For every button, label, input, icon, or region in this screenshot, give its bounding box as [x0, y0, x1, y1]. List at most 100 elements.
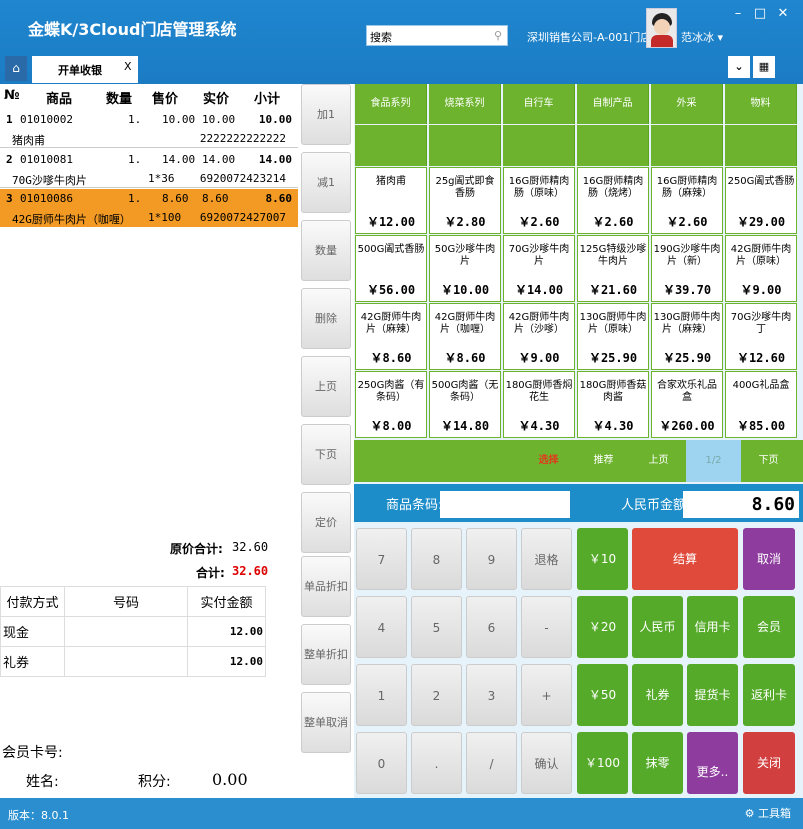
order-discount-button[interactable]: 整单折扣 — [301, 624, 351, 685]
grid-icon[interactable]: ▦ — [753, 56, 775, 78]
category-tab[interactable]: 烧菜系列 — [429, 84, 501, 124]
product-tile[interactable]: 125G特级沙嗲牛肉片 ￥21.60 — [577, 235, 649, 302]
cash-20-button[interactable]: ￥20 — [577, 596, 628, 658]
select-button[interactable]: 选择 — [521, 440, 576, 482]
product-tile[interactable]: 16G厨师精肉肠（麻辣） ￥2.60 — [651, 167, 723, 234]
category-tab[interactable]: 外采 — [651, 84, 723, 124]
product-tile[interactable]: 16G厨师精肉肠（烧烤） ￥2.60 — [577, 167, 649, 234]
product-tile[interactable]: 250G阖式香肠 ￥29.00 — [725, 167, 797, 234]
minus-key[interactable]: - — [521, 596, 572, 658]
key-6[interactable]: 6 — [466, 596, 517, 658]
product-tile[interactable]: 130G厨师牛肉片（原味） ￥25.90 — [577, 303, 649, 370]
barcode-bar: 商品条码: 人民币金额 8.60 — [354, 484, 803, 522]
product-price: ￥29.00 — [736, 215, 786, 229]
settle-button[interactable]: 结算 — [632, 528, 738, 590]
toolbox-button[interactable]: ⚙ 工具箱 — [745, 805, 791, 821]
product-tile[interactable]: 500G肉酱（无条码） ￥14.80 — [429, 371, 501, 438]
product-tile[interactable]: 25g阖式即食香肠 ￥2.80 — [429, 167, 501, 234]
credit-card-button[interactable]: 信用卡 — [687, 596, 738, 658]
product-tile[interactable]: 42G厨师牛肉片（咖喱） ￥8.60 — [429, 303, 501, 370]
search-input[interactable]: 搜索 ⚲ — [366, 25, 508, 46]
category-tab[interactable]: 食品系列 — [355, 84, 427, 124]
product-tile[interactable]: 42G厨师牛肉片（沙嗲） ￥9.00 — [503, 303, 575, 370]
set-price-button[interactable]: 定价 — [301, 492, 351, 553]
member-button[interactable]: 会员 — [743, 596, 795, 658]
avatar[interactable] — [646, 8, 677, 48]
product-tile[interactable]: 合家欢乐礼品盒 ￥260.00 — [651, 371, 723, 438]
cash-10-button[interactable]: ￥10 — [577, 528, 628, 590]
cart-row[interactable]: 1 01010002 1. 10.00 10.00 10.00 猪肉甫 2222… — [0, 110, 298, 148]
cash-100-button[interactable]: ￥100 — [577, 732, 628, 794]
minimize-icon[interactable]: – — [730, 6, 746, 21]
confirm-key[interactable]: 确认 — [521, 732, 572, 794]
next-page-button[interactable]: 下页 — [301, 424, 351, 485]
product-name: 250G肉酱（有条码） — [357, 380, 425, 403]
key-4[interactable]: 4 — [356, 596, 407, 658]
product-tile[interactable]: 42G厨师牛肉片（麻辣） ￥8.60 — [355, 303, 427, 370]
product-tile[interactable]: 180G厨师香菇肉酱 ￥4.30 — [577, 371, 649, 438]
prev-page-button[interactable]: 上页 — [301, 356, 351, 417]
rmb-button[interactable]: 人民币 — [632, 596, 683, 658]
rebate-card-button[interactable]: 返利卡 — [743, 664, 795, 726]
cart-row-selected[interactable]: 3 01010086 1. 8.60 8.60 8.60 42G厨师牛肉片（咖喱… — [0, 189, 298, 227]
product-tile[interactable]: 70G沙嗲牛肉片 ￥14.00 — [503, 235, 575, 302]
search-icon[interactable]: ⚲ — [494, 29, 502, 42]
barcode-input[interactable] — [440, 491, 570, 518]
key-9[interactable]: 9 — [466, 528, 517, 590]
product-prev-button[interactable]: 上页 — [631, 440, 686, 482]
key-5[interactable]: 5 — [411, 596, 462, 658]
cart-row[interactable]: 2 01010081 1. 14.00 14.00 14.00 70G沙嗲牛肉片… — [0, 150, 298, 188]
product-tile[interactable]: 50G沙嗲牛肉片 ￥10.00 — [429, 235, 501, 302]
product-next-button[interactable]: 下页 — [741, 440, 796, 482]
cancel-button[interactable]: 取消 — [743, 528, 795, 590]
product-tile[interactable]: 250G肉酱（有条码） ￥8.00 — [355, 371, 427, 438]
cash-50-button[interactable]: ￥50 — [577, 664, 628, 726]
product-tile[interactable]: 70G沙嗲牛肉丁 ￥12.60 — [725, 303, 797, 370]
product-name: 180G厨师香焖花生 — [505, 380, 573, 403]
product-tile[interactable]: 130G厨师牛肉片（麻辣） ￥25.90 — [651, 303, 723, 370]
home-icon[interactable]: ⌂ — [5, 56, 27, 81]
product-tile[interactable]: 180G厨师香焖花生 ￥4.30 — [503, 371, 575, 438]
quantity-button[interactable]: 数量 — [301, 220, 351, 281]
minus-one-button[interactable]: 减1 — [301, 152, 351, 213]
key-7[interactable]: 7 — [356, 528, 407, 590]
key-2[interactable]: 2 — [411, 664, 462, 726]
gift-voucher-button[interactable]: 礼券 — [632, 664, 683, 726]
key-1[interactable]: 1 — [356, 664, 407, 726]
backspace-key[interactable]: 退格 — [521, 528, 572, 590]
product-tile[interactable]: 500G阖式香肠 ￥56.00 — [355, 235, 427, 302]
plus-key[interactable]: + — [521, 664, 572, 726]
close-button[interactable]: 关闭 — [743, 732, 795, 794]
plus-one-button[interactable]: 加1 — [301, 84, 351, 145]
amount-field[interactable]: 8.60 — [683, 491, 799, 518]
more-button[interactable]: 更多.. — [687, 732, 738, 794]
chevron-down-icon[interactable]: ⌄ — [728, 56, 750, 78]
category-tab[interactable]: 自行车 — [503, 84, 575, 124]
key-8[interactable]: 8 — [411, 528, 462, 590]
key-0[interactable]: 0 — [356, 732, 407, 794]
recommend-button[interactable]: 推荐 — [576, 440, 631, 482]
payment-row[interactable]: 礼券 12.00 — [0, 646, 266, 677]
delete-button[interactable]: 删除 — [301, 288, 351, 349]
tab-close-icon[interactable]: X — [124, 60, 132, 73]
product-tile[interactable]: 190G沙嗲牛肉片（新） ￥39.70 — [651, 235, 723, 302]
product-tile[interactable]: 400G礼品盒 ￥85.00 — [725, 371, 797, 438]
product-tile[interactable]: 42G厨师牛肉片（原味） ￥9.00 — [725, 235, 797, 302]
pickup-card-button[interactable]: 提货卡 — [687, 664, 738, 726]
product-tile[interactable]: 猪肉甫 ￥12.00 — [355, 167, 427, 234]
wipe-zero-button[interactable]: 抹零 — [632, 732, 683, 794]
category-tab[interactable]: 物料 — [725, 84, 797, 124]
order-cancel-button[interactable]: 整单取消 — [301, 692, 351, 753]
payment-row[interactable]: 现金 12.00 — [0, 616, 266, 647]
key-dot[interactable]: . — [411, 732, 462, 794]
close-icon[interactable]: ✕ — [775, 6, 791, 21]
key-3[interactable]: 3 — [466, 664, 517, 726]
user-menu[interactable]: 范冰冰 ▾ — [681, 29, 723, 45]
category-tab[interactable]: 自制产品 — [577, 84, 649, 124]
key-slash[interactable]: / — [466, 732, 517, 794]
payment-amount: 12.00 — [187, 646, 266, 677]
product-tile[interactable]: 16G厨师精肉肠（原味） ￥2.60 — [503, 167, 575, 234]
tab-checkout[interactable]: 开单收银 X — [32, 56, 138, 83]
item-discount-button[interactable]: 单品折扣 — [301, 556, 351, 617]
maximize-icon[interactable]: □ — [752, 6, 768, 21]
